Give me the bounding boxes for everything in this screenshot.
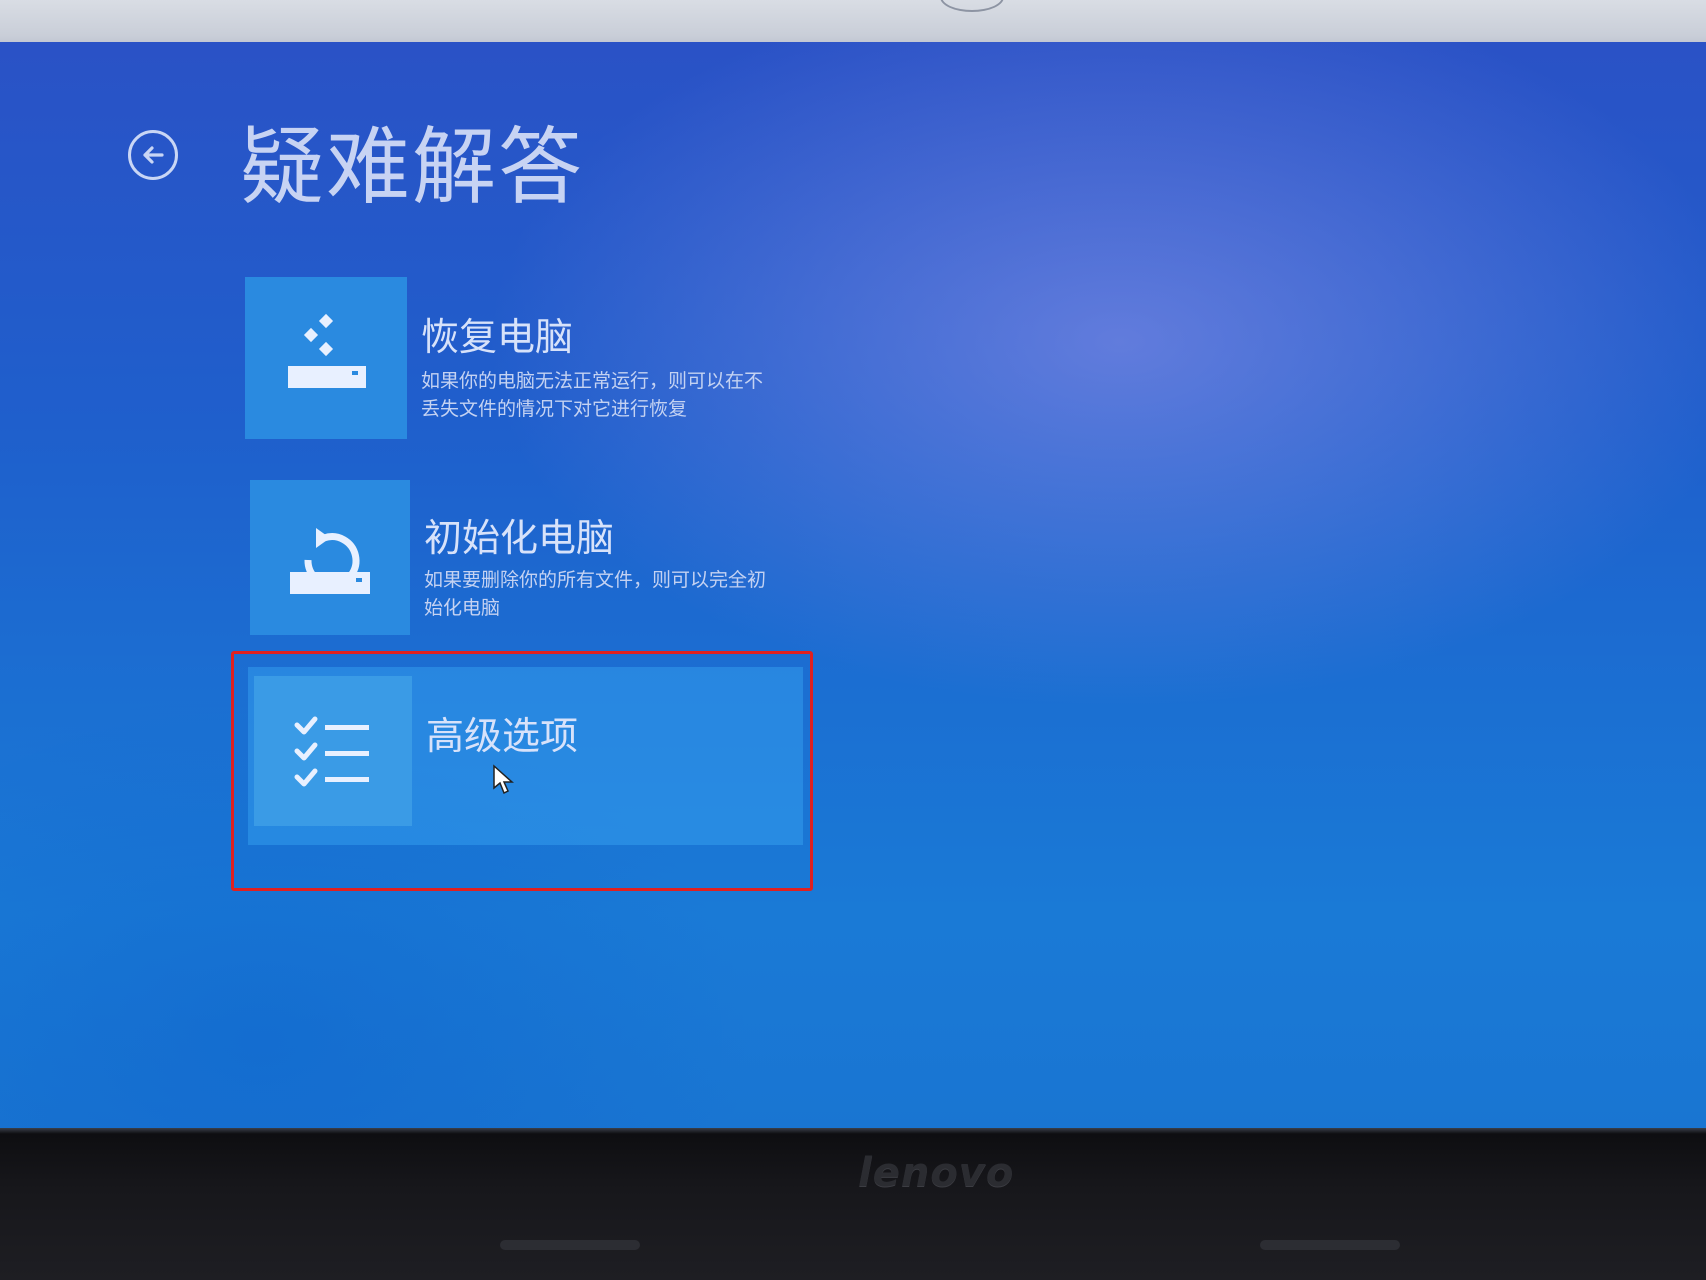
brand-logo: lenovo — [858, 1150, 1015, 1196]
option-description: 如果你的电脑无法正常运行，则可以在不丢失文件的情况下对它进行恢复 — [421, 370, 764, 420]
monitor-bezel-bottom — [0, 1128, 1706, 1280]
camera-icon — [940, 0, 1004, 12]
reset-pc-icon — [290, 527, 370, 594]
option-title: 高级选项 — [426, 714, 579, 758]
option-title: 初始化电脑 — [424, 516, 615, 560]
back-button[interactable] — [128, 130, 178, 180]
option-reset-pc[interactable]: 初始化电脑 如果要删除你的所有文件，则可以完全初始化电脑 — [250, 480, 790, 640]
bezel-edge — [0, 1128, 1706, 1134]
option-tile — [254, 676, 412, 826]
hinge-left — [500, 1240, 640, 1250]
option-refresh-pc[interactable]: 恢复电脑 如果你的电脑无法正常运行，则可以在不丢失文件的情况下对它进行恢复 — [245, 277, 785, 447]
option-tile — [250, 480, 410, 635]
recovery-screen: 疑难解答 恢复电脑 如果你的电脑无法正常运行，则可以在不丢失文件的情况下对它进行… — [0, 42, 1706, 1132]
page-title: 疑难解答 — [240, 118, 585, 216]
mouse-cursor-icon — [493, 764, 514, 795]
option-description: 如果要删除你的所有文件，则可以完全初始化电脑 — [424, 569, 767, 619]
option-title: 恢复电脑 — [421, 315, 574, 359]
option-tile — [245, 277, 407, 439]
checklist-icon — [294, 716, 369, 787]
option-advanced[interactable]: 高级选项 — [254, 676, 794, 836]
refresh-pc-icon — [288, 313, 366, 388]
hinge-right — [1260, 1240, 1400, 1250]
back-arrow-icon — [143, 146, 164, 164]
